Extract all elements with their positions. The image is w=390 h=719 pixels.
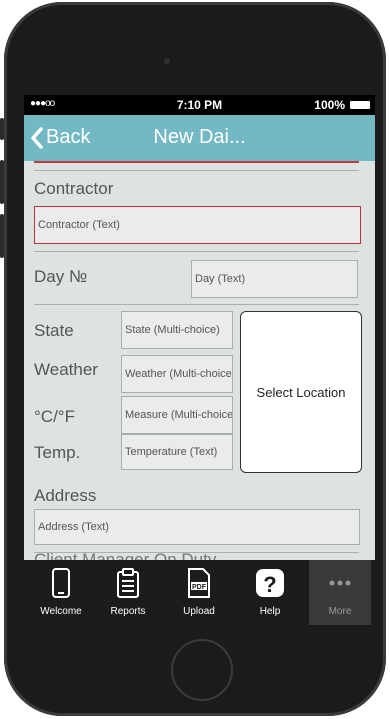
tab-label: Upload <box>183 606 215 617</box>
tab-help[interactable]: ? Help <box>241 560 299 625</box>
pdf-icon: PDF <box>170 568 228 598</box>
day-input[interactable]: Day (Text) <box>191 260 358 298</box>
tab-bar: Welcome Reports PDF Upload ? Help More <box>24 560 375 625</box>
contractor-label: Contractor <box>34 179 114 198</box>
divider <box>34 251 359 252</box>
tab-more[interactable]: More <box>309 560 371 625</box>
state-label: State <box>34 321 74 340</box>
tab-upload[interactable]: PDF Upload <box>170 560 228 625</box>
svg-text:?: ? <box>263 572 276 597</box>
weather-label: Weather <box>34 360 98 379</box>
tab-welcome[interactable]: Welcome <box>32 560 90 625</box>
state-select[interactable]: State (Multi-choice) <box>121 311 233 349</box>
form-content[interactable]: Contractor Contractor (Text) Day № Day (… <box>24 161 375 560</box>
battery-percent: 100% <box>314 98 345 112</box>
temperature-input[interactable]: Temperature (Text) <box>121 434 233 470</box>
battery-icon <box>350 101 370 109</box>
status-bar: ●●●oo 7:10 PM 100% <box>24 95 375 115</box>
tab-label: Welcome <box>40 606 82 617</box>
front-camera <box>164 58 170 64</box>
temp-label: Temp. <box>34 443 81 462</box>
volume-up-button <box>0 160 4 204</box>
tab-label: Reports <box>110 606 146 617</box>
divider <box>34 304 359 305</box>
measure-select[interactable]: Measure (Multi-choice) <box>121 396 233 434</box>
svg-text:PDF: PDF <box>192 584 207 591</box>
volume-down-button <box>0 214 4 258</box>
more-dots-icon <box>309 568 371 598</box>
divider <box>34 170 359 171</box>
address-input[interactable]: Address (Text) <box>34 509 360 545</box>
error-indicator-line <box>34 161 359 163</box>
contractor-input[interactable]: Contractor (Text) <box>34 206 361 244</box>
tab-label: More <box>328 606 352 617</box>
clipboard-icon <box>99 568 157 598</box>
question-icon: ? <box>241 568 299 598</box>
page-title: New Dai... <box>153 126 246 148</box>
home-button[interactable] <box>171 639 233 701</box>
select-location-button[interactable]: Select Location <box>240 311 362 473</box>
tab-label: Help <box>259 606 281 617</box>
address-label: Address <box>34 486 97 505</box>
tab-reports[interactable]: Reports <box>99 560 157 625</box>
mute-switch <box>0 118 4 140</box>
weather-select[interactable]: Weather (Multi-choice) <box>121 355 233 393</box>
phone-icon <box>32 568 90 598</box>
navigation-bar: Back New Dai... <box>24 115 375 161</box>
measure-label: °C/°F <box>34 407 75 426</box>
day-label: Day № <box>34 267 88 286</box>
app-screen: ●●●oo 7:10 PM 100% Back New Dai... Contr… <box>24 95 375 625</box>
